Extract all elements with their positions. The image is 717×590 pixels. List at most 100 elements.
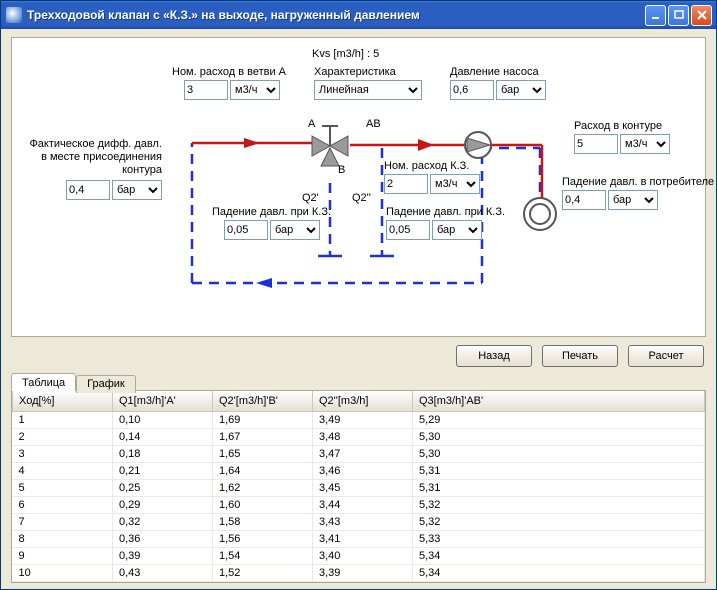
table-cell: 3,39 bbox=[313, 564, 413, 581]
table-cell: 5,34 bbox=[413, 547, 705, 564]
cons-dp-input[interactable] bbox=[562, 190, 606, 210]
table-row[interactable]: 90,391,543,405,34 bbox=[13, 547, 705, 564]
table-cell: 5,32 bbox=[413, 513, 705, 530]
diagram-panel: Kvs [m3/h] : 5 Ном. расход в ветви A м3/… bbox=[11, 37, 706, 337]
pump-input[interactable] bbox=[450, 80, 494, 100]
table-cell: 5,33 bbox=[413, 530, 705, 547]
client-area: Kvs [m3/h] : 5 Ном. расход в ветви A м3/… bbox=[1, 29, 716, 589]
drop-kz-left-group: бар bbox=[224, 220, 320, 240]
table-cell: 2 bbox=[13, 428, 113, 445]
table-cell: 5,32 bbox=[413, 496, 705, 513]
pump-group: бар bbox=[450, 80, 546, 100]
table-cell: 5,35 bbox=[413, 581, 705, 583]
tab-chart[interactable]: График bbox=[76, 375, 136, 393]
app-icon bbox=[6, 7, 22, 23]
table-cell: 5,30 bbox=[413, 445, 705, 462]
table-cell: 0,43 bbox=[113, 564, 213, 581]
titlebar[interactable]: Трехходовой клапан с «К.З.» на выходе, н… bbox=[1, 1, 716, 29]
drop-kz-right-unit[interactable]: бар bbox=[432, 220, 482, 240]
table-cell: 0,32 bbox=[113, 513, 213, 530]
table-row[interactable]: 60,291,603,445,32 bbox=[13, 496, 705, 513]
col-header[interactable]: Q1[m3/h]'A' bbox=[113, 391, 213, 411]
nom-kz-input[interactable] bbox=[384, 174, 428, 194]
nom-kz-label: Ном. расход К.З. bbox=[384, 160, 469, 172]
nom-kz-unit[interactable]: м3/ч bbox=[430, 174, 480, 194]
table-cell: 1,58 bbox=[213, 513, 313, 530]
minimize-icon bbox=[651, 10, 661, 20]
table-row[interactable]: 30,181,653,475,30 bbox=[13, 445, 705, 462]
drop-kz-left-label: Падение давл. при К.З. bbox=[212, 206, 331, 218]
pump-unit[interactable]: бар bbox=[496, 80, 546, 100]
fact-dp-group: бар bbox=[66, 180, 162, 200]
table-cell: 0,14 bbox=[113, 428, 213, 445]
results-area: Таблица График Ход[%]Q1[m3/h]'A'Q2'[m3/h… bbox=[11, 373, 706, 583]
table-cell: 1,56 bbox=[213, 530, 313, 547]
calc-button[interactable]: Расчет bbox=[628, 345, 704, 367]
table-row[interactable]: 80,361,563,415,33 bbox=[13, 530, 705, 547]
table-cell: 3 bbox=[13, 445, 113, 462]
drop-kz-right-input[interactable] bbox=[386, 220, 430, 240]
drop-kz-right-group: бар bbox=[386, 220, 482, 240]
drop-kz-left-input[interactable] bbox=[224, 220, 268, 240]
table-cell: 9 bbox=[13, 547, 113, 564]
table-cell: 1,69 bbox=[213, 411, 313, 428]
loop-flow-unit[interactable]: м3/ч bbox=[620, 134, 670, 154]
loop-flow-input[interactable] bbox=[574, 134, 618, 154]
table-cell: 3,40 bbox=[313, 547, 413, 564]
col-header[interactable]: Q3[m3/h]'AB' bbox=[413, 391, 705, 411]
col-header[interactable]: Q2'[m3/h]'B' bbox=[213, 391, 313, 411]
table-cell: 5,31 bbox=[413, 462, 705, 479]
col-header[interactable]: Q2''[m3/h] bbox=[313, 391, 413, 411]
table-cell: 1,64 bbox=[213, 462, 313, 479]
button-row: Назад Печать Расчет bbox=[11, 343, 706, 367]
table-cell: 3,45 bbox=[313, 479, 413, 496]
table-row[interactable]: 110,471,513,385,35 bbox=[13, 581, 705, 583]
print-button[interactable]: Печать bbox=[542, 345, 618, 367]
window-buttons bbox=[645, 5, 712, 26]
table-cell: 1,52 bbox=[213, 564, 313, 581]
drop-kz-left-unit[interactable]: бар bbox=[270, 220, 320, 240]
table-cell: 0,18 bbox=[113, 445, 213, 462]
table-row[interactable]: 20,141,673,485,30 bbox=[13, 428, 705, 445]
table-cell: 5,29 bbox=[413, 411, 705, 428]
branch-a-unit[interactable]: м3/ч bbox=[230, 80, 280, 100]
fact-dp-input[interactable] bbox=[66, 180, 110, 200]
col-header[interactable]: Ход[%] bbox=[13, 391, 113, 411]
table-cell: 1,51 bbox=[213, 581, 313, 583]
table-cell: 10 bbox=[13, 564, 113, 581]
table-row[interactable]: 100,431,523,395,34 bbox=[13, 564, 705, 581]
branch-a-input[interactable] bbox=[184, 80, 228, 100]
fact-dp-unit[interactable]: бар bbox=[112, 180, 162, 200]
table-cell: 3,49 bbox=[313, 411, 413, 428]
table-cell: 1,67 bbox=[213, 428, 313, 445]
char-group: Линейная bbox=[314, 80, 422, 100]
table-row[interactable]: 70,321,583,435,32 bbox=[13, 513, 705, 530]
table-cell: 3,46 bbox=[313, 462, 413, 479]
minimize-button[interactable] bbox=[645, 5, 666, 26]
drop-kz-right-label: Падение давл. при К.З. bbox=[386, 206, 505, 218]
cons-dp-unit[interactable]: бар bbox=[608, 190, 658, 210]
nom-kz-group: м3/ч bbox=[384, 174, 480, 194]
char-select[interactable]: Линейная bbox=[314, 80, 422, 100]
char-label: Характеристика bbox=[314, 66, 396, 78]
table-cell: 1,60 bbox=[213, 496, 313, 513]
table-cell: 1,65 bbox=[213, 445, 313, 462]
table-cell: 7 bbox=[13, 513, 113, 530]
table-cell: 4 bbox=[13, 462, 113, 479]
maximize-icon bbox=[674, 10, 684, 20]
table-cell: 0,47 bbox=[113, 581, 213, 583]
maximize-button[interactable] bbox=[668, 5, 689, 26]
pump-label: Давление насоса bbox=[450, 66, 539, 78]
table-row[interactable]: 10,101,693,495,29 bbox=[13, 411, 705, 428]
fact-dp-l2: в месте присоединения bbox=[22, 151, 162, 163]
back-button[interactable]: Назад bbox=[456, 345, 532, 367]
table-cell: 0,10 bbox=[113, 411, 213, 428]
table-cell: 0,29 bbox=[113, 496, 213, 513]
close-button[interactable] bbox=[691, 5, 712, 26]
table-cell: 3,38 bbox=[313, 581, 413, 583]
table-cell: 5,34 bbox=[413, 564, 705, 581]
fact-dp-l3: контура bbox=[22, 164, 162, 176]
table-row[interactable]: 50,251,623,455,31 bbox=[13, 479, 705, 496]
table-row[interactable]: 40,211,643,465,31 bbox=[13, 462, 705, 479]
tab-table[interactable]: Таблица bbox=[11, 373, 76, 391]
